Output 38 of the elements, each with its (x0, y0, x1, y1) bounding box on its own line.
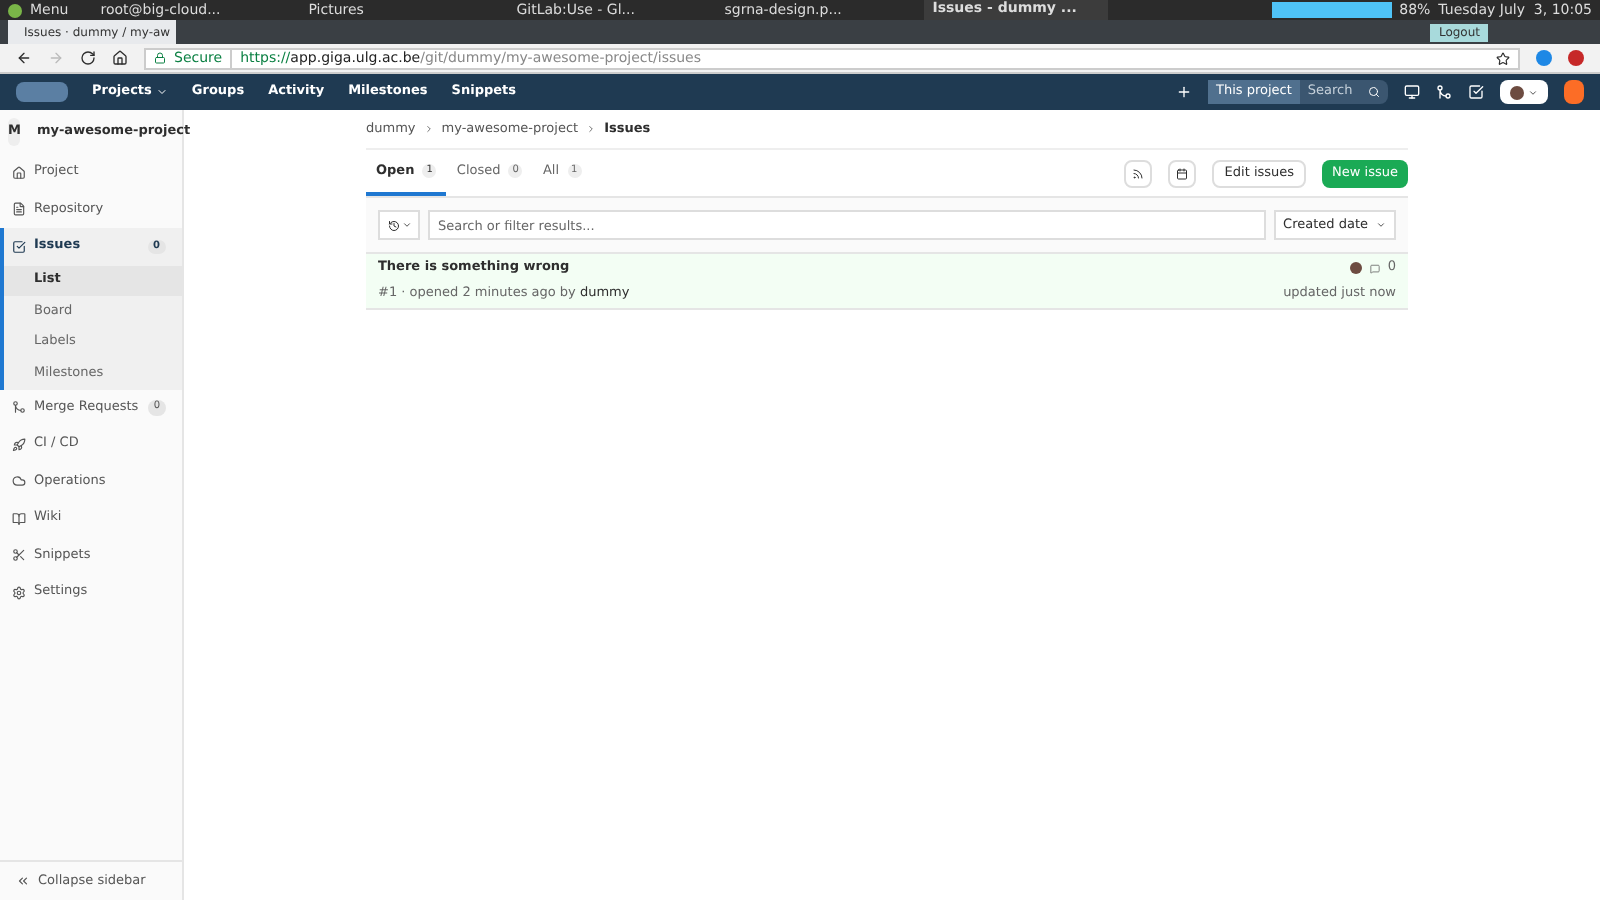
cloud-icon (12, 474, 26, 489)
todo-icon[interactable] (1468, 84, 1484, 100)
caret-icon (155, 86, 168, 98)
chevron-icon (586, 124, 597, 134)
settings-icon (12, 585, 26, 600)
avatar-icon (1510, 85, 1524, 99)
screen-icon[interactable] (1404, 84, 1420, 100)
calendar-button[interactable] (1168, 159, 1197, 187)
history-icon (387, 219, 399, 231)
caret-icon (1528, 87, 1538, 97)
back-icon[interactable] (16, 50, 32, 66)
avatar-icon (1349, 262, 1362, 275)
user-menu[interactable] (1500, 80, 1548, 104)
comment-icon (1369, 263, 1380, 274)
caret-icon (1376, 220, 1386, 230)
book-icon (12, 511, 26, 526)
merge-icon[interactable] (1436, 84, 1452, 100)
home-icon (12, 165, 26, 180)
logo-icon[interactable] (16, 82, 68, 102)
chevron-icon (423, 124, 434, 134)
system-monitor-drawing (1271, 2, 1392, 18)
lock-icon (154, 52, 166, 64)
home-icon[interactable] (112, 50, 128, 66)
rss-icon (1132, 167, 1145, 179)
merge-icon (12, 400, 26, 415)
search-icon (1368, 86, 1380, 98)
file-icon (12, 202, 26, 217)
reload-icon[interactable] (80, 50, 96, 66)
plus-icon[interactable] (1176, 84, 1192, 100)
double-chevron-icon (16, 874, 30, 888)
issues-icon (12, 239, 26, 254)
star-icon[interactable] (1496, 51, 1510, 65)
caret-icon (401, 220, 411, 230)
rocket-icon (12, 437, 26, 452)
calendar-icon (1176, 167, 1189, 179)
scissors-icon (12, 548, 26, 563)
rss-button[interactable] (1124, 159, 1153, 187)
recent-searches-button[interactable] (378, 210, 420, 240)
